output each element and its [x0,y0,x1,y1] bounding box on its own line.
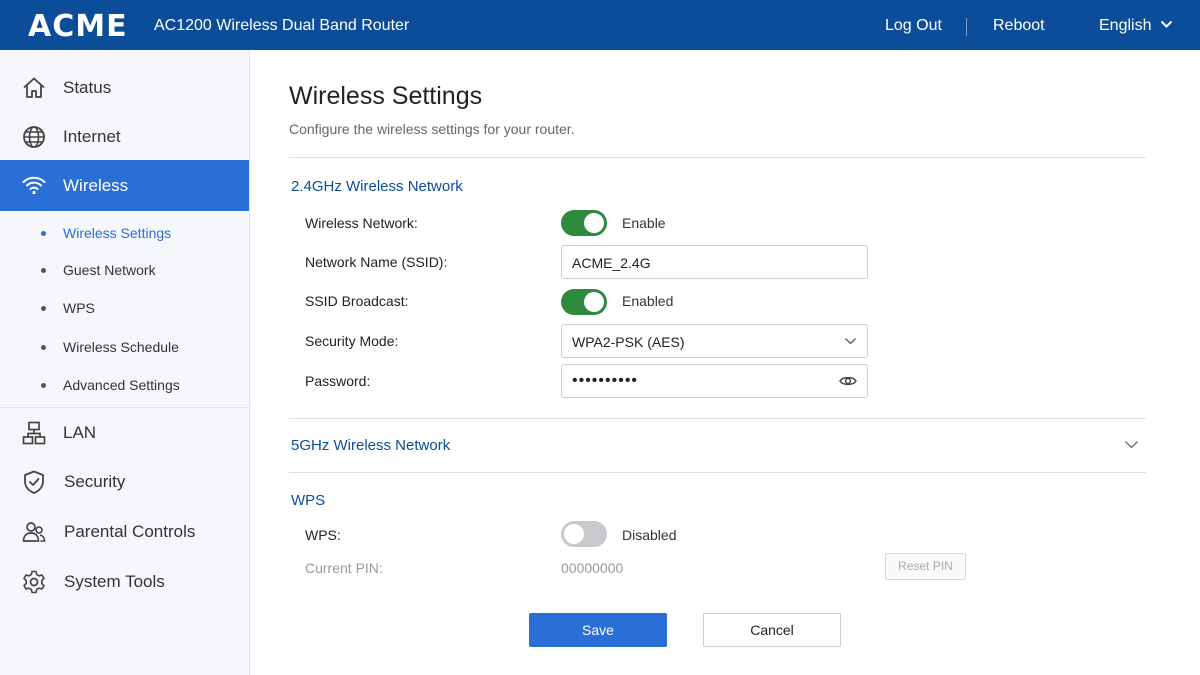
sidebar-item-label: Parental Controls [64,522,196,541]
subnav-wireless-settings[interactable]: Wireless Settings [0,218,249,248]
ssid-label: Network Name (SSID): [305,254,448,270]
subnav-label: WPS [63,300,95,316]
sidebar-item-label: Status [63,78,112,97]
password-value: •••••••••• [572,372,639,389]
ssid-value: ACME_2.4G [572,255,651,271]
bullet-icon [41,306,46,311]
top-header: ACME AC1200 Wireless Dual Band Router Lo… [0,0,1200,50]
security-mode-label: Security Mode: [305,333,399,349]
cancel-button[interactable]: Cancel [703,613,841,647]
toggle-knob [584,292,604,312]
network-icon [22,421,46,445]
home-icon [23,77,45,98]
section-wps-title: WPS [291,492,326,509]
sidebar-item-label: System Tools [64,572,165,591]
sidebar-item-parental-controls[interactable]: Parental Controls [0,507,249,556]
current-pin-value: 00000000 [561,560,624,576]
chevron-down-icon [844,337,857,345]
section-5ghz-title[interactable]: 5GHz Wireless Network [291,437,450,454]
sidebar-item-label: LAN [63,423,97,442]
wifi-icon [22,176,46,195]
sidebar-item-label: Wireless [63,176,129,195]
shield-icon [24,470,44,494]
eye-icon[interactable] [839,375,857,387]
language-select[interactable]: English [1099,17,1151,35]
sidebar-item-security[interactable]: Security [0,457,249,506]
chevron-down-icon[interactable] [1124,440,1139,450]
ssid-input[interactable]: ACME_2.4G [561,245,868,279]
sidebar-item-status[interactable]: Status [0,63,249,112]
reset-pin-button: Reset PIN [885,553,966,580]
wps-state: Disabled [622,527,677,543]
subnav-label: Wireless Schedule [63,339,179,355]
sidebar-item-internet[interactable]: Internet [0,112,249,161]
section-divider [289,472,1146,473]
wireless-network-state: Enable [622,215,666,231]
users-icon [22,522,46,542]
sidebar-item-lan[interactable]: LAN [0,408,249,457]
bullet-icon [41,383,46,388]
password-input[interactable]: •••••••••• [561,364,868,398]
reboot-link[interactable]: Reboot [993,17,1045,35]
subnav-label: Advanced Settings [63,377,180,393]
sidebar-item-label: Internet [63,127,121,146]
header-divider [966,18,967,36]
subnav-label: Guest Network [63,262,156,278]
toggle-knob [584,213,604,233]
subnav-wireless-schedule[interactable]: Wireless Schedule [0,332,249,362]
wireless-network-toggle[interactable] [561,210,607,236]
current-pin-label: Current PIN: [305,560,383,576]
subnav-guest-network[interactable]: Guest Network [0,255,249,285]
chevron-down-icon[interactable] [1160,20,1173,29]
ssid-broadcast-label: SSID Broadcast: [305,293,409,309]
section-24ghz-title: 2.4GHz Wireless Network [291,178,463,195]
gear-icon [23,570,45,594]
subnav-advanced-settings[interactable]: Advanced Settings [0,370,249,400]
sidebar-item-label: Security [64,472,126,491]
save-button[interactable]: Save [529,613,667,647]
sidebar-item-wireless[interactable]: Wireless [0,160,249,211]
page-subtitle: Configure the wireless settings for your… [289,121,575,137]
wps-label: WPS: [305,527,341,543]
ssid-broadcast-state: Enabled [622,293,674,309]
brand-logo[interactable]: ACME [28,9,128,44]
security-mode-value: WPA2-PSK (AES) [572,334,685,350]
subnav-label: Wireless Settings [63,225,172,241]
section-divider [289,157,1146,158]
globe-icon [23,126,45,148]
subnav-wps[interactable]: WPS [0,293,249,323]
sidebar: Status Internet Wireless Wireless Settin… [0,50,250,675]
password-label: Password: [305,373,371,389]
bullet-icon [41,231,46,236]
wps-toggle[interactable] [561,521,607,547]
section-divider [289,418,1146,419]
bullet-icon [41,345,46,350]
router-model: AC1200 Wireless Dual Band Router [154,17,410,34]
page-title: Wireless Settings [289,82,483,110]
security-mode-select[interactable]: WPA2-PSK (AES) [561,324,868,358]
bullet-icon [41,268,46,273]
sidebar-item-system-tools[interactable]: System Tools [0,557,249,606]
toggle-knob [564,524,584,544]
logout-link[interactable]: Log Out [885,17,942,35]
ssid-broadcast-toggle[interactable] [561,289,607,315]
wireless-network-label: Wireless Network: [305,215,418,231]
